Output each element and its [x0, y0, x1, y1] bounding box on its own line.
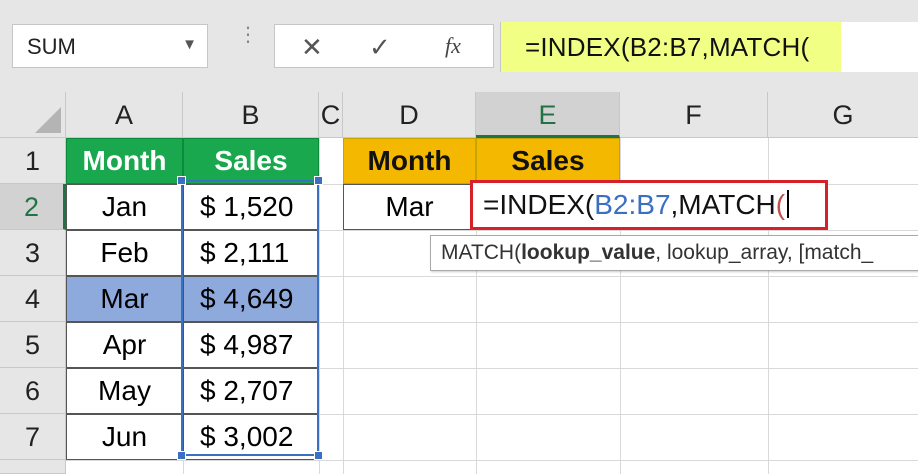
row-header-8[interactable]: 8 [0, 460, 66, 474]
cell-e2-editing[interactable]: =INDEX(B2:B7,MATCH( [470, 180, 828, 230]
cell-d1-month-header[interactable]: Month [343, 138, 476, 184]
resize-handle[interactable] [177, 176, 186, 185]
tooltip-text: MATCH(lookup_value, lookup_array, [match… [441, 241, 873, 265]
formula-input[interactable]: =INDEX(B2:B7,MATCH( [500, 22, 918, 72]
enter-icon[interactable]: ✓ [369, 32, 391, 63]
resize-handle[interactable] [177, 451, 186, 460]
cell-a5[interactable]: Apr [66, 322, 183, 368]
row-header-3[interactable]: 3 [0, 230, 66, 276]
cell-d2[interactable]: Mar [343, 184, 476, 230]
chevron-down-icon[interactable]: ▼ [182, 36, 197, 53]
tooltip-rest: , lookup_array, [match_ [655, 241, 874, 264]
cell-a7[interactable]: Jun [66, 414, 183, 460]
resize-handle[interactable] [314, 451, 323, 460]
column-header-b[interactable]: B [183, 92, 319, 138]
edit-formula-prefix: =INDEX( [483, 189, 595, 220]
edit-formula-middle: ,MATCH [670, 189, 776, 220]
cell-a3[interactable]: Feb [66, 230, 183, 276]
row-header-7[interactable]: 7 [0, 414, 66, 460]
column-header-c[interactable]: C [319, 92, 343, 138]
insert-function-icon[interactable]: fx [445, 33, 461, 59]
resize-handle[interactable] [314, 176, 323, 185]
column-header-f[interactable]: F [620, 92, 768, 138]
edit-formula-range-ref: B2:B7 [594, 189, 671, 220]
row-header-6[interactable]: 6 [0, 368, 66, 414]
formula-buttons: ✕ ✓ fx [274, 24, 494, 68]
cell-a1-month-header[interactable]: Month [66, 138, 183, 184]
column-header-d[interactable]: D [343, 92, 476, 138]
name-box-value: SUM [27, 34, 76, 59]
cell-a4[interactable]: Mar [66, 276, 183, 322]
cell-e1-sales-header[interactable]: Sales [476, 138, 620, 184]
formula-text: =INDEX(B2:B7,MATCH( [525, 32, 810, 62]
drag-handle-icon[interactable]: ⋮ [238, 25, 258, 45]
gridline [66, 460, 918, 461]
text-caret [787, 190, 790, 218]
select-all-button[interactable] [0, 92, 66, 138]
name-box[interactable]: SUM ▼ [12, 24, 208, 68]
gridline [319, 138, 320, 474]
cell-b1-sales-header[interactable]: Sales [183, 138, 319, 184]
range-selection-b2-b7 [177, 176, 323, 460]
row-header-2[interactable]: 2 [0, 184, 66, 230]
cell-a2[interactable]: Jan [66, 184, 183, 230]
function-tooltip: MATCH(lookup_value, lookup_array, [match… [430, 235, 918, 271]
cell-a6[interactable]: May [66, 368, 183, 414]
row-header-5[interactable]: 5 [0, 322, 66, 368]
tooltip-current-arg: lookup_value [521, 241, 656, 264]
select-all-icon [35, 107, 61, 133]
row-header-1[interactable]: 1 [0, 138, 66, 184]
tooltip-func[interactable]: MATCH( [441, 241, 521, 264]
spreadsheet-grid: A B C D E F G 1 2 3 4 5 6 7 8 Month Sale… [0, 92, 918, 474]
edit-formula: =INDEX(B2:B7,MATCH( [483, 189, 790, 221]
edit-formula-paren: ( [775, 189, 786, 220]
formula-bar: SUM ▼ ⋮ ✕ ✓ fx =INDEX(B2:B7,MATCH( [0, 0, 918, 92]
column-header-a[interactable]: A [66, 92, 183, 138]
cancel-icon[interactable]: ✕ [301, 32, 323, 63]
column-header-g[interactable]: G [768, 92, 918, 138]
column-header-e[interactable]: E [476, 92, 620, 138]
row-header-4[interactable]: 4 [0, 276, 66, 322]
